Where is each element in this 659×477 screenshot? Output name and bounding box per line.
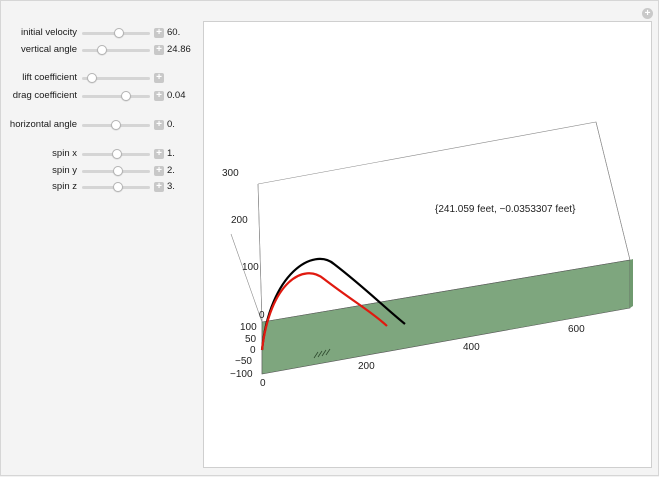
ground-plane bbox=[261, 259, 631, 375]
slider-thumb[interactable] bbox=[113, 182, 124, 192]
box-edge bbox=[257, 183, 263, 323]
control-label: vertical angle bbox=[21, 44, 77, 55]
expand-plus-icon[interactable]: + bbox=[154, 28, 164, 38]
control-drag-coefficient: drag coefficient + 0.04 bbox=[1, 89, 201, 103]
control-spin-z: spin z + 3. bbox=[1, 180, 201, 194]
control-label: initial velocity bbox=[21, 27, 77, 38]
y-tick-50: 50 bbox=[245, 334, 257, 345]
spin-x-slider[interactable] bbox=[82, 149, 150, 159]
control-spin-y: spin y + 2. bbox=[1, 164, 201, 178]
control-value: 2. bbox=[167, 165, 175, 176]
y-tick-neg50: −50 bbox=[235, 356, 252, 367]
control-value: 24.86 bbox=[167, 44, 191, 55]
control-value: 3. bbox=[167, 181, 175, 192]
control-label: horizontal angle bbox=[9, 119, 77, 130]
lift-coefficient-slider[interactable] bbox=[82, 73, 150, 83]
control-label: spin x bbox=[52, 148, 77, 159]
control-label: lift coefficient bbox=[22, 72, 77, 83]
control-value: 1. bbox=[167, 148, 175, 159]
slider-thumb[interactable] bbox=[87, 73, 98, 83]
initial-velocity-slider[interactable] bbox=[82, 28, 150, 38]
box-edge bbox=[595, 121, 631, 261]
control-label: spin y bbox=[52, 165, 77, 176]
drag-coefficient-slider[interactable] bbox=[82, 91, 150, 101]
expand-plus-icon[interactable]: + bbox=[154, 149, 164, 159]
y-tick-100: 100 bbox=[240, 322, 257, 333]
y-tick-0: 0 bbox=[250, 345, 256, 356]
control-vertical-angle: vertical angle + 24.86 bbox=[1, 43, 201, 57]
expand-plus-icon[interactable]: + bbox=[154, 166, 164, 176]
ground-plane-edge bbox=[630, 259, 633, 308]
slider-thumb[interactable] bbox=[111, 120, 121, 130]
controls-panel: initial velocity + 60. vertical angle + … bbox=[1, 1, 201, 477]
x-tick-600: 600 bbox=[568, 324, 585, 335]
coordinate-readout: {241.059 feet, −0.0353307 feet} bbox=[435, 204, 576, 215]
expand-plus-icon[interactable]: + bbox=[154, 45, 164, 55]
y-tick-neg100: −100 bbox=[230, 369, 253, 380]
control-initial-velocity: initial velocity + 60. bbox=[1, 26, 201, 40]
x-tick-400: 400 bbox=[463, 342, 480, 353]
control-label: drag coefficient bbox=[12, 90, 77, 101]
demonstration-panel: + initial velocity + 60. vertical angle … bbox=[0, 0, 659, 476]
expand-plus-icon[interactable]: + bbox=[154, 120, 164, 130]
slider-thumb[interactable] bbox=[113, 166, 124, 176]
z-tick-100: 100 bbox=[242, 262, 259, 273]
z-tick-300: 300 bbox=[222, 168, 239, 179]
x-tick-200: 200 bbox=[358, 361, 375, 372]
control-horizontal-angle: horizontal angle + 0. bbox=[1, 118, 201, 132]
control-label: spin z bbox=[52, 181, 77, 192]
spin-y-slider[interactable] bbox=[82, 166, 150, 176]
control-value: 60. bbox=[167, 27, 181, 38]
control-value: 0. bbox=[167, 119, 175, 130]
plot-area[interactable]: {241.059 feet, −0.0353307 feet} 300 200 … bbox=[203, 21, 652, 468]
slider-thumb[interactable] bbox=[112, 149, 123, 159]
x-tick-0: 0 bbox=[260, 378, 266, 389]
horizontal-angle-slider[interactable] bbox=[82, 120, 150, 130]
control-spin-x: spin x + 1. bbox=[1, 147, 201, 161]
slider-thumb[interactable] bbox=[97, 45, 108, 55]
z-tick-200: 200 bbox=[231, 215, 248, 226]
control-value: 0.04 bbox=[167, 90, 186, 101]
trajectory-3d-plot[interactable]: {241.059 feet, −0.0353307 feet} 300 200 … bbox=[204, 22, 653, 469]
add-options-icon[interactable]: + bbox=[642, 8, 653, 19]
expand-plus-icon[interactable]: + bbox=[154, 73, 164, 83]
slider-thumb[interactable] bbox=[114, 28, 125, 38]
expand-plus-icon[interactable]: + bbox=[154, 91, 164, 101]
expand-plus-icon[interactable]: + bbox=[154, 182, 164, 192]
control-lift-coefficient: lift coefficient + bbox=[1, 71, 201, 85]
z-tick-0: 0 bbox=[259, 310, 265, 321]
vertical-angle-slider[interactable] bbox=[82, 45, 150, 55]
spin-z-slider[interactable] bbox=[82, 182, 150, 192]
box-edge bbox=[230, 233, 263, 323]
slider-thumb[interactable] bbox=[120, 91, 131, 101]
